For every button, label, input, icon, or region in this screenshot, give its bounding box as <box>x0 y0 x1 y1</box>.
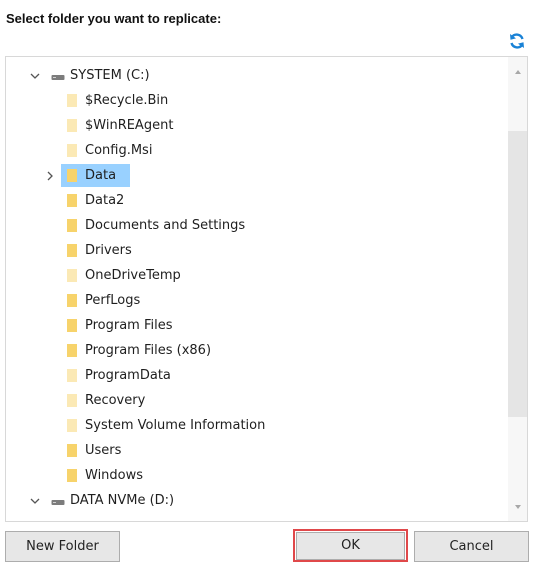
chevron-down-icon[interactable] <box>29 70 41 82</box>
tree-drive-label: DATA NVMe (D:) <box>70 493 175 508</box>
folder-icon <box>67 394 77 407</box>
folder-icon <box>67 294 77 307</box>
folder-icon <box>67 144 77 157</box>
folder-icon <box>67 269 77 282</box>
ok-button[interactable]: OK <box>296 532 405 560</box>
tree-folder-row[interactable]: Users <box>6 439 506 462</box>
tree-folder-label: PerfLogs <box>85 293 141 308</box>
tree-folder-row[interactable]: OneDriveTemp <box>6 264 506 287</box>
folder-icon <box>67 344 77 357</box>
tree-folder-label: $WinREAgent <box>85 118 174 133</box>
tree-folder-label: Drivers <box>85 243 132 258</box>
scroll-down-arrow-icon[interactable] <box>515 505 521 509</box>
tree-folder-row[interactable]: System Volume Information <box>6 414 506 437</box>
scrollbar-thumb[interactable] <box>508 131 527 417</box>
tree-folder-row[interactable]: Windows <box>6 464 506 487</box>
folder-icon <box>67 194 77 207</box>
scroll-up-arrow-icon[interactable] <box>515 70 521 74</box>
tree-folder-row[interactable]: $Recycle.Bin <box>6 89 506 112</box>
tree-folder-label: Users <box>85 443 122 458</box>
tree-folder-row[interactable]: PerfLogs <box>6 289 506 312</box>
tree-folder-row[interactable]: Config.Msi <box>6 139 506 162</box>
tree-folder-row[interactable]: Program Files <box>6 314 506 337</box>
tree-folder-row[interactable]: Recovery <box>6 389 506 412</box>
tree-folder-label: System Volume Information <box>85 418 266 433</box>
tree-folder-label: Documents and Settings <box>85 218 246 233</box>
dialog-title: Select folder you want to replicate: <box>6 11 222 26</box>
tree-folder-label: ProgramData <box>85 368 171 383</box>
drive-icon <box>51 75 65 80</box>
tree-folder-row[interactable]: Data2 <box>6 189 506 212</box>
tree-folder-row[interactable]: Documents and Settings <box>6 214 506 237</box>
chevron-down-icon[interactable] <box>29 495 41 507</box>
tree-drive-row[interactable]: SYSTEM (C:) <box>6 64 506 87</box>
folder-icon <box>67 94 77 107</box>
folder-icon <box>67 419 77 432</box>
folder-icon <box>67 369 77 382</box>
tree-folder-label: Program Files <box>85 318 173 333</box>
tree-folder-label: Program Files (x86) <box>85 343 212 358</box>
refresh-icon[interactable] <box>507 31 527 51</box>
tree-folder-label: Recovery <box>85 393 146 408</box>
tree-folder-label: OneDriveTemp <box>85 268 181 283</box>
folder-tree[interactable]: SYSTEM (C:) $Recycle.Bin $WinREAgent Config… <box>5 56 528 522</box>
folder-icon <box>67 244 77 257</box>
vertical-scrollbar[interactable] <box>508 57 527 521</box>
tree-drive-row[interactable]: DATA NVMe (D:) <box>6 489 506 512</box>
tree-folder-row[interactable]: $WinREAgent <box>6 114 506 137</box>
tree-folder-label: Windows <box>85 468 144 483</box>
tree-drive-label: SYSTEM (C:) <box>70 68 150 83</box>
folder-icon <box>67 319 77 332</box>
tree-folder-row[interactable]: Drivers <box>6 239 506 262</box>
new-folder-button[interactable]: New Folder <box>5 531 120 562</box>
folder-icon <box>67 219 77 232</box>
folder-icon <box>67 469 77 482</box>
chevron-right-icon[interactable] <box>44 170 56 182</box>
cancel-button[interactable]: Cancel <box>414 531 529 562</box>
drive-icon <box>51 500 65 505</box>
tree-folder-row[interactable]: ProgramData <box>6 364 506 387</box>
tree-folder-label: Data2 <box>85 193 125 208</box>
tree-folder-row[interactable]: Data <box>6 164 506 187</box>
folder-icon <box>67 444 77 457</box>
folder-icon <box>67 119 77 132</box>
tree-folder-label: Config.Msi <box>85 143 153 158</box>
tree-folder-label: Data <box>85 168 117 183</box>
folder-icon <box>67 169 77 182</box>
tree-folder-row[interactable]: Program Files (x86) <box>6 339 506 362</box>
tree-folder-label: $Recycle.Bin <box>85 93 169 108</box>
